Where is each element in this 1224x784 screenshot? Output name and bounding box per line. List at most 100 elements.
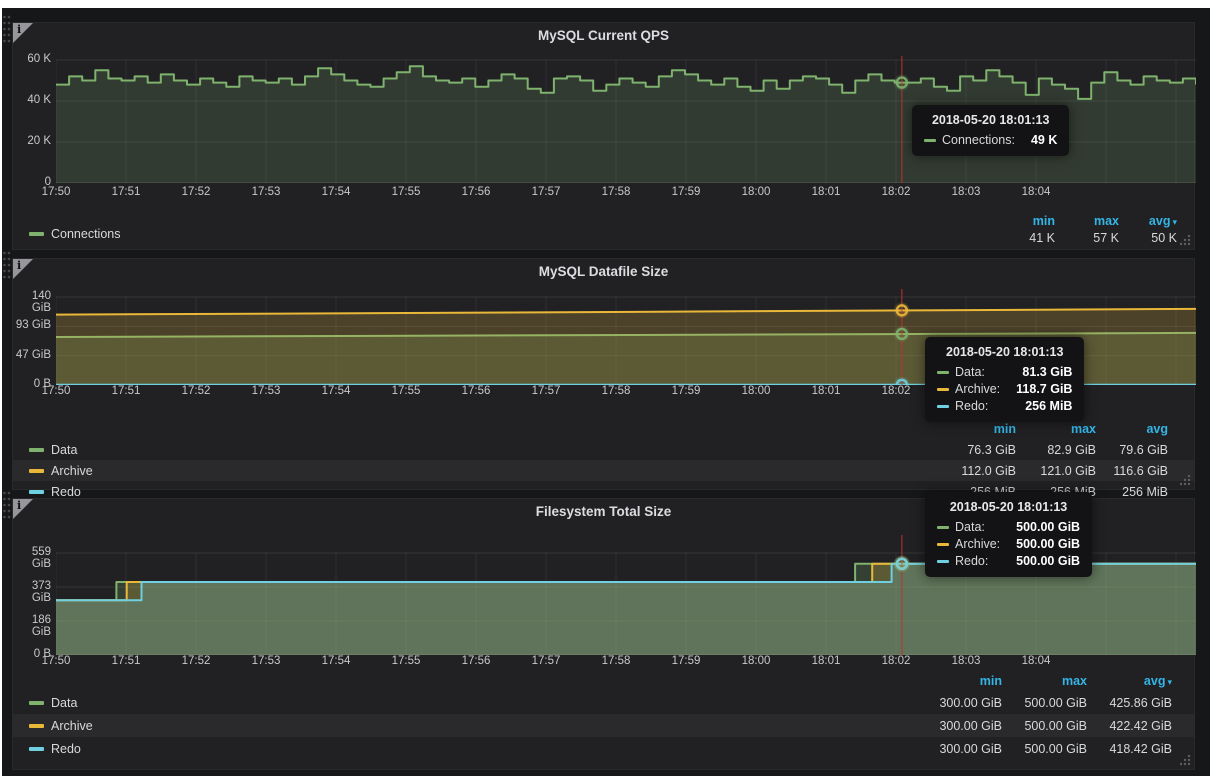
- legend-header-row: minmaxavg▾: [13, 671, 1194, 691]
- legend-sort-min[interactable]: min: [936, 422, 1016, 436]
- legend-series-toggle[interactable]: Data: [13, 696, 912, 710]
- legend-stat-value: 57 K: [1055, 231, 1119, 245]
- drag-dot: [8, 264, 11, 267]
- series-color-dash-icon: [937, 560, 949, 563]
- legend-table: minmaxavg▾Data300.00 GiB500.00 GiB425.86…: [13, 671, 1194, 760]
- series-color-dash-icon: [29, 469, 44, 473]
- x-axis-tick: 17:58: [594, 655, 638, 667]
- panel-title[interactable]: MySQL Datafile Size: [13, 264, 1194, 279]
- drag-dot: [8, 252, 11, 255]
- x-axis-tick: 18:00: [734, 385, 778, 397]
- tooltip-series-label: Redo:: [955, 399, 988, 413]
- legend-stat-value: 50 K: [1119, 231, 1177, 245]
- x-axis-tick: 17:50: [34, 186, 78, 198]
- drag-dot: [3, 264, 6, 267]
- tooltip-series-value: 256 MiB: [1025, 399, 1072, 413]
- resize-dot: [1188, 243, 1190, 245]
- legend-series-toggle[interactable]: Redo: [13, 485, 936, 499]
- legend-sort-min[interactable]: min: [912, 674, 1002, 688]
- y-axis-tick: 559 GiB: [13, 546, 51, 570]
- chart-tooltip: 2018-05-20 18:01:13 Connections:49 K: [912, 105, 1069, 156]
- x-axis-tick: 18:03: [944, 655, 988, 667]
- panel-resize-handle-icon[interactable]: [1180, 475, 1192, 487]
- legend-stat-value: 300.00 GiB: [912, 742, 1002, 756]
- tooltip-timestamp: 2018-05-20 18:01:13: [924, 113, 1057, 127]
- row-drag-handle-icon[interactable]: [2, 490, 12, 520]
- tooltip-series-value: 81.3 GiB: [1022, 365, 1072, 379]
- y-axis-tick: 20 K: [13, 135, 51, 147]
- series-color-dash-icon: [29, 448, 44, 452]
- x-axis-tick: 18:01: [804, 385, 848, 397]
- drag-dot: [3, 516, 6, 519]
- x-axis-tick: 17:58: [594, 385, 638, 397]
- legend-sort-min[interactable]: min: [991, 214, 1055, 228]
- legend-sort-avg[interactable]: avg▾: [1087, 674, 1172, 688]
- legend-sort-max[interactable]: max: [1055, 214, 1119, 228]
- panel-title[interactable]: MySQL Current QPS: [13, 28, 1194, 43]
- legend-series-label: Redo: [51, 485, 81, 499]
- legend-sort-max[interactable]: max: [1002, 674, 1087, 688]
- legend-stat-value: 425.86 GiB: [1087, 696, 1172, 710]
- legend-series-label: Data: [51, 443, 77, 457]
- row-drag-handle-icon[interactable]: [2, 250, 12, 280]
- legend-stat-value: 82.9 GiB: [1016, 443, 1096, 457]
- drag-dot: [3, 28, 6, 31]
- tooltip-series-value: 500.00 GiB: [1016, 520, 1080, 534]
- x-axis-tick: 17:57: [524, 186, 568, 198]
- resize-dot: [1180, 243, 1182, 245]
- resize-dot: [1184, 763, 1186, 765]
- tooltip-timestamp: 2018-05-20 18:01:13: [937, 345, 1072, 359]
- tooltip-series-row: Redo:500.00 GiB: [937, 554, 1080, 568]
- drag-dot: [8, 258, 11, 261]
- series-color-dash-icon: [937, 371, 949, 374]
- legend-sort-avg[interactable]: avg▾: [1119, 214, 1177, 228]
- x-axis-tick: 17:51: [104, 186, 148, 198]
- sort-caret-icon: ▾: [1167, 677, 1172, 687]
- tooltip-timestamp: 2018-05-20 18:01:13: [937, 500, 1080, 514]
- x-axis-tick: 18:04: [1014, 186, 1058, 198]
- x-axis-tick: 17:58: [594, 186, 638, 198]
- x-axis-tick: 18:02: [874, 655, 918, 667]
- resize-dot: [1188, 235, 1190, 237]
- legend-row: Archive300.00 GiB500.00 GiB422.42 GiB: [13, 714, 1194, 737]
- legend-series-toggle[interactable]: Archive: [13, 464, 936, 478]
- resize-dot: [1188, 759, 1190, 761]
- panel-resize-handle-icon[interactable]: [1180, 235, 1192, 247]
- x-axis-tick: 18:01: [804, 655, 848, 667]
- drag-dot: [8, 16, 11, 19]
- panel-resize-handle-icon[interactable]: [1180, 755, 1192, 767]
- resize-dot: [1184, 239, 1186, 241]
- legend-series-toggle[interactable]: Data: [13, 443, 936, 457]
- x-axis-tick: 17:55: [384, 655, 428, 667]
- x-axis-tick: 17:53: [244, 385, 288, 397]
- x-axis-tick: 17:56: [454, 186, 498, 198]
- series-color-dash-icon: [937, 388, 949, 391]
- y-axis-tick: 93 GiB: [13, 319, 51, 331]
- legend-sort-max[interactable]: max: [1016, 422, 1096, 436]
- legend-series-toggle[interactable]: Connections: [29, 227, 121, 241]
- y-axis-tick: 373 GiB: [13, 580, 51, 604]
- x-axis-tick: 17:55: [384, 186, 428, 198]
- series-color-dash-icon: [937, 526, 949, 529]
- legend-sort-avg[interactable]: avg: [1096, 422, 1168, 436]
- drag-dot: [3, 504, 6, 507]
- x-axis-tick: 17:57: [524, 655, 568, 667]
- y-axis-tick: 186 GiB: [13, 614, 51, 638]
- resize-dot: [1184, 243, 1186, 245]
- x-axis-tick: 17:55: [384, 385, 428, 397]
- legend-series-label: Archive: [51, 719, 93, 733]
- series-color-dash-icon: [29, 747, 44, 751]
- drag-dot: [8, 498, 11, 501]
- y-axis-tick: 140 GiB: [13, 290, 51, 314]
- row-drag-handle-icon[interactable]: [2, 14, 12, 44]
- legend-stat-value: 41 K: [991, 231, 1055, 245]
- legend-series-toggle[interactable]: Archive: [13, 719, 912, 733]
- legend-series-toggle[interactable]: Redo: [13, 742, 912, 756]
- tooltip-series-row: Connections:49 K: [924, 133, 1057, 147]
- tooltip-series-row: Archive:500.00 GiB: [937, 537, 1080, 551]
- drag-dot: [3, 16, 6, 19]
- x-axis-tick: 17:56: [454, 385, 498, 397]
- drag-dot: [3, 510, 6, 513]
- series-color-dash-icon: [29, 724, 44, 728]
- resize-dot: [1188, 483, 1190, 485]
